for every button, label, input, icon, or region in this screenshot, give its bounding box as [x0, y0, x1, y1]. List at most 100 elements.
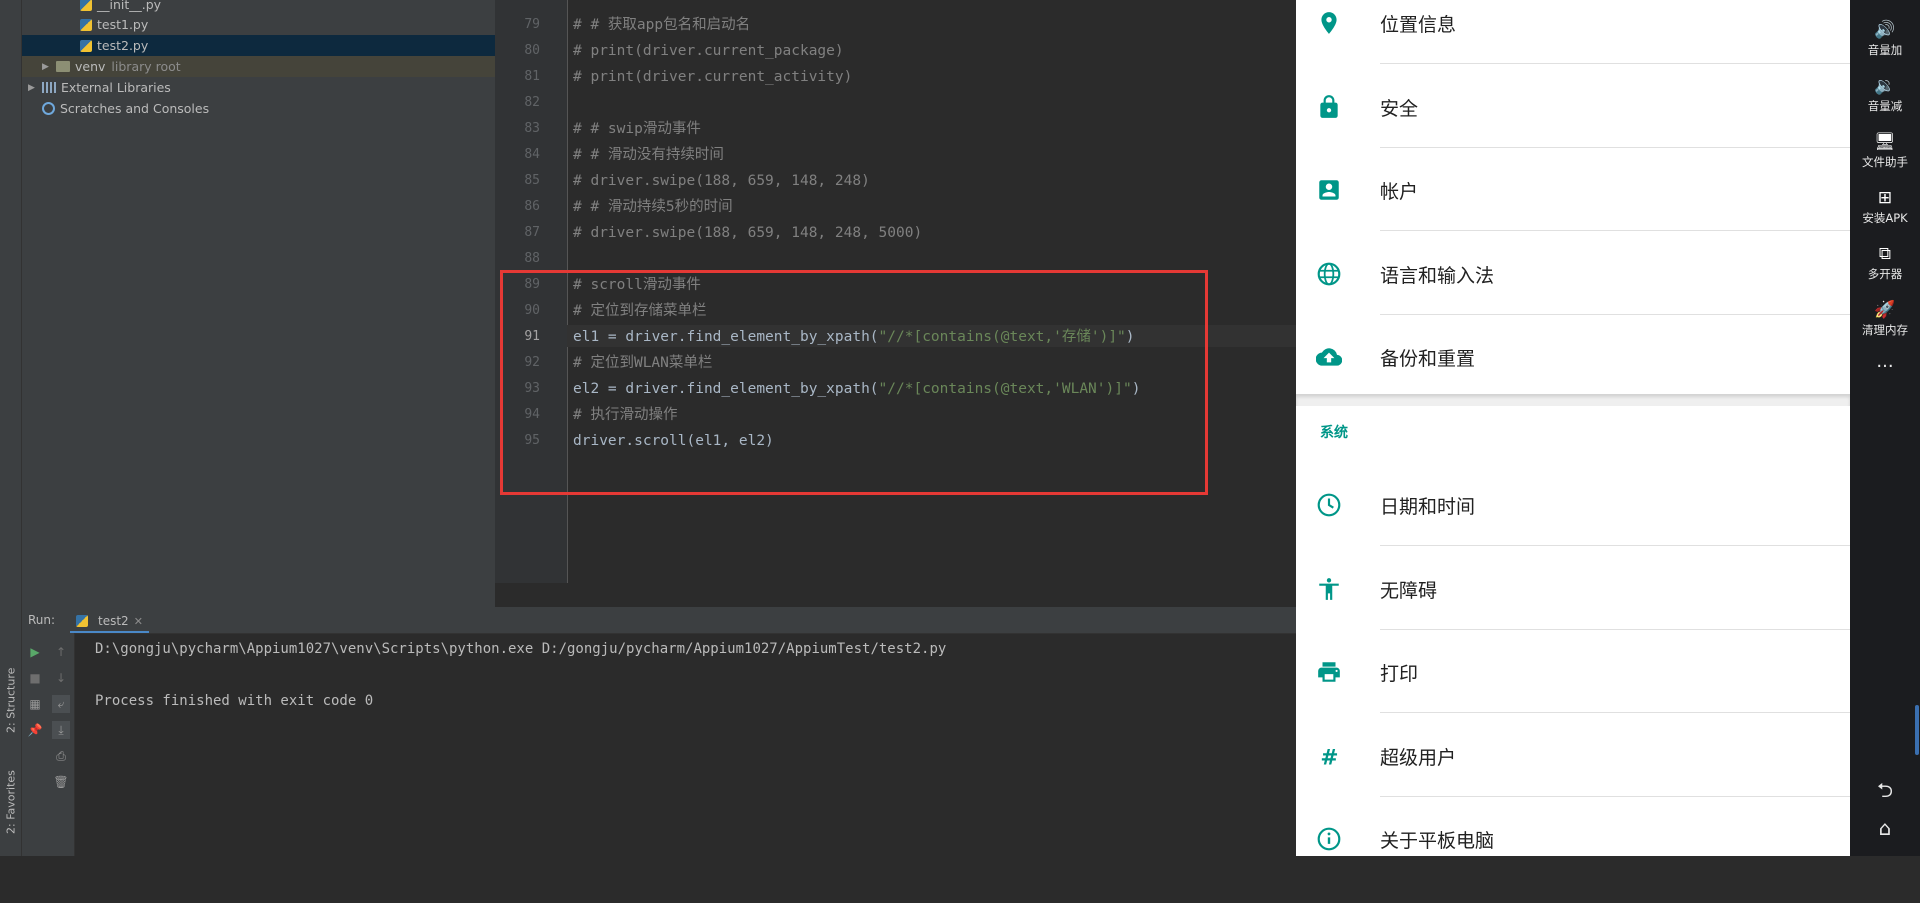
info-icon: [1316, 826, 1342, 852]
emulator-button-icon: 🔉: [1874, 76, 1896, 96]
code-line: # # 滑动没有持续时间: [573, 144, 724, 166]
emulator-button-icon: ⊞: [1877, 188, 1893, 208]
settings-item-label: 打印: [1380, 663, 1419, 685]
python-file-icon: [80, 39, 92, 52]
section-header-system: 系统: [1320, 425, 1348, 441]
emulator-button-icon: 🔊: [1874, 20, 1896, 40]
tree-item-init[interactable]: __init__.py: [22, 0, 553, 15]
settings-item-label: 日期和时间: [1380, 496, 1476, 518]
expand-arrow-icon[interactable]: ▶: [42, 62, 52, 72]
settings-item[interactable]: 备份和重置: [1296, 338, 1850, 421]
tree-item-venv[interactable]: ▶ venv library root: [22, 56, 515, 77]
emulator-button[interactable]: 🖥 文件助手: [1850, 132, 1920, 170]
settings-item[interactable]: # 超级用户: [1296, 737, 1850, 820]
tree-item-external-libraries[interactable]: ▶ External Libraries: [22, 77, 501, 98]
emulator-button[interactable]: 🚀 清理内存: [1850, 300, 1920, 338]
print-icon[interactable]: ⎙: [52, 747, 70, 765]
tree-item-label: venv: [75, 59, 106, 74]
comment-text: # # 滑动没有持续时间: [573, 147, 724, 163]
settings-item[interactable]: 帐户: [1296, 171, 1850, 254]
trash-icon[interactable]: 🗑: [52, 773, 70, 791]
soft-wrap-icon[interactable]: ⤶: [52, 695, 70, 713]
clock-icon: [1316, 492, 1342, 518]
rerun-icon[interactable]: ▶: [26, 643, 44, 661]
structure-tab[interactable]: 2: Structure: [2, 655, 20, 745]
python-file-icon: [80, 0, 92, 11]
stop-icon[interactable]: ■: [26, 669, 44, 687]
run-panel-header: Run: test2 ✕: [22, 607, 1296, 634]
divider: [1380, 230, 1850, 231]
settings-item[interactable]: 位置信息: [1296, 4, 1850, 87]
comment-text: # print(driver.current_package): [573, 43, 844, 59]
scroll-to-end-icon[interactable]: ⤓: [52, 721, 70, 739]
divider: [1380, 795, 1850, 797]
settings-item[interactable]: 日期和时间: [1296, 486, 1850, 569]
project-tree: __init__.py test1.py test2.py ▶ venv lib…: [22, 0, 553, 607]
settings-item[interactable]: 打印: [1296, 653, 1850, 736]
printer-icon: [1316, 659, 1342, 685]
tree-item-label: __init__.py: [97, 0, 162, 12]
run-tab-label: test2: [98, 614, 129, 628]
lock-icon: [1316, 94, 1342, 120]
pin-icon[interactable]: 📌: [26, 721, 44, 739]
emulator-scrollbar[interactable]: [1915, 705, 1919, 755]
console-output-line: Process finished with exit code 0: [95, 693, 374, 709]
emulator-button-label: 安装APK: [1862, 211, 1908, 225]
tree-item-scratches[interactable]: Scratches and Consoles: [22, 98, 515, 119]
python-file-icon: [80, 18, 92, 31]
settings-item-label: 安全: [1380, 97, 1419, 120]
more-button[interactable]: ···: [1850, 356, 1920, 377]
code-line: # # 获取app包名和启动名: [573, 14, 750, 36]
favorites-tab-label: 2: Favorites: [4, 770, 18, 835]
console-output-line: D:\gongju\pycharm\Appium1027\venv\Script…: [95, 641, 947, 657]
tree-item-test2[interactable]: test2.py: [22, 35, 553, 56]
code-line: # print(driver.current_package): [573, 40, 844, 62]
line-number: 83: [524, 121, 540, 136]
settings-item[interactable]: 无障碍: [1296, 570, 1850, 653]
line-number: 88: [524, 251, 540, 266]
settings-item[interactable]: 安全: [1296, 88, 1850, 171]
line-number: 85: [524, 173, 540, 188]
down-arrow-icon[interactable]: ↓: [52, 669, 70, 687]
favorites-tab[interactable]: 2: Favorites: [2, 755, 20, 850]
back-button[interactable]: ⮌: [1850, 776, 1920, 810]
android-settings-screen: 位置信息安全帐户语言和输入法备份和重置日期和时间无障碍打印 # 超级用户关于平板电脑…: [1296, 0, 1850, 856]
code-line: # driver.swipe(188, 659, 148, 248): [573, 170, 870, 192]
emulator-button[interactable]: ⊞ 安装APK: [1850, 188, 1920, 226]
run-tab[interactable]: test2 ✕: [70, 611, 149, 633]
emulator-button-label: 清理内存: [1862, 323, 1908, 337]
emulator-button[interactable]: ⧉ 多开器: [1850, 244, 1920, 282]
settings-item[interactable]: 关于平板电脑: [1296, 820, 1850, 903]
close-tab-icon[interactable]: ✕: [134, 615, 143, 628]
line-number: 79: [524, 17, 540, 32]
divider: [1380, 313, 1850, 315]
expand-arrow-icon[interactable]: ▶: [28, 83, 38, 93]
settings-item-label: 超级用户: [1380, 746, 1457, 769]
tree-item-label: test2.py: [97, 38, 149, 53]
emulator-button[interactable]: 🔉 音量减: [1850, 76, 1920, 114]
run-toolbar-secondary: ↑ ↓ ⤶ ⤓ ⎙ 🗑: [48, 633, 75, 856]
emulator-button-label: 文件助手: [1862, 155, 1908, 169]
tree-item-test1[interactable]: test1.py: [22, 14, 553, 35]
layout-icon[interactable]: ▦: [26, 695, 44, 713]
settings-item-label: 关于平板电脑: [1380, 830, 1495, 852]
line-number: 82: [524, 95, 540, 110]
emulator-button-label: 音量加: [1867, 43, 1903, 57]
tree-item-label: test1.py: [97, 17, 149, 32]
settings-item[interactable]: 语言和输入法: [1296, 255, 1850, 338]
home-button[interactable]: ⌂: [1850, 816, 1920, 840]
run-label: Run:: [28, 613, 56, 627]
run-panel: Run: test2 ✕ ▶ ■ ▦ 📌 ↑ ↓ ⤶ ⤓ ⎙ 🗑 D:\gong…: [22, 607, 1296, 856]
run-toolbar-primary: ▶ ■ ▦ 📌: [22, 633, 48, 856]
ide-tool-strip: 2: Structure 2: Favorites: [0, 0, 22, 856]
account-icon: [1316, 177, 1342, 203]
emulator-button-label: 多开器: [1867, 267, 1903, 281]
settings-item-label: 帐户: [1380, 181, 1419, 203]
divider: [1380, 63, 1850, 64]
comment-text: # # 滑动持续5秒的时间: [573, 199, 733, 215]
settings-item-label: 备份和重置: [1380, 348, 1476, 370]
up-arrow-icon[interactable]: ↑: [52, 643, 70, 661]
emulator-button[interactable]: 🔊 音量加: [1850, 20, 1920, 58]
comment-text: # driver.swipe(188, 659, 148, 248): [573, 173, 870, 189]
code-line: # print(driver.current_activity): [573, 66, 852, 88]
